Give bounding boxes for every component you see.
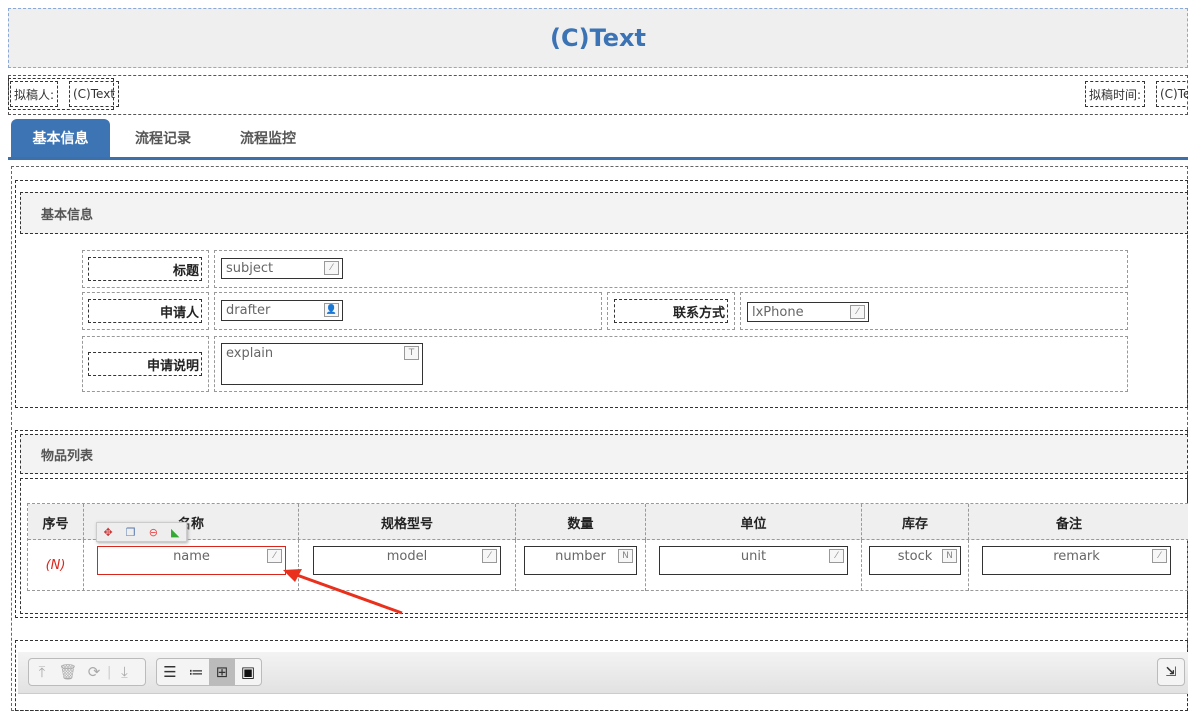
explain-value: explain: [226, 346, 274, 361]
trash-icon[interactable]: 🗑: [55, 659, 81, 685]
draft-time-label: 拟稿时间:: [1085, 81, 1146, 107]
items-table: 序号 名称 规格型号 数量 单位 库存 备注 (N) name ⁄ model ⁄ …: [27, 503, 1188, 591]
edit-icon: ⁄: [267, 549, 282, 563]
replace-icon[interactable]: ⟳: [81, 659, 107, 685]
tab-basic-info[interactable]: 基本信息: [11, 119, 110, 157]
number-icon: N: [618, 549, 633, 563]
upload-icon[interactable]: ⤒: [29, 659, 55, 685]
subject-input[interactable]: subject ⁄: [221, 258, 343, 279]
move-icon[interactable]: ✥: [104, 526, 113, 539]
edit-icon: ⁄: [850, 305, 865, 319]
remark-value: remark: [1053, 549, 1100, 564]
edit-icon: ⁄: [1152, 549, 1167, 563]
subject-value: subject: [226, 261, 274, 276]
edit-icon: ⁄: [324, 261, 339, 275]
col-index: 序号: [28, 504, 84, 540]
contact-input[interactable]: lxPhone ⁄: [747, 302, 869, 322]
cell-action-toolbar: ✥ ❐ ⊖ ◣: [96, 522, 187, 542]
unit-cell-input[interactable]: unit ⁄: [659, 546, 848, 575]
draft-time-value: (C)Tex: [1156, 81, 1188, 107]
remark-cell-input[interactable]: remark ⁄: [982, 546, 1171, 575]
contact-value: lxPhone: [752, 305, 804, 320]
list-view-icon[interactable]: ☰: [157, 659, 183, 685]
col-remark: 备注: [1055, 516, 1082, 532]
unit-value: unit: [740, 549, 767, 564]
contact-label: 联系方式: [614, 299, 728, 323]
items-section-title: 物品列表: [20, 434, 1188, 474]
number-cell-input[interactable]: number N: [524, 546, 637, 575]
name-cell-input[interactable]: name ⁄: [97, 546, 286, 575]
tab-flow-records[interactable]: 流程记录: [118, 119, 208, 157]
col-unit: 单位: [646, 504, 862, 540]
grid-view-icon[interactable]: ⊞: [209, 659, 235, 685]
file-actions-group: ⤒ 🗑 ⟳ | ⤓: [28, 658, 146, 686]
applicant-input[interactable]: drafter 👤: [221, 300, 343, 321]
edit-icon: ⁄: [482, 549, 497, 563]
applicant-value: drafter: [226, 303, 271, 318]
drafter-value: (C)Text: [69, 81, 120, 107]
explain-label: 申请说明: [88, 352, 202, 376]
text-icon: T: [404, 346, 419, 360]
applicant-label: 申请人: [88, 299, 202, 323]
basic-info-section-title: 基本信息: [20, 192, 1188, 234]
numbered-list-icon[interactable]: ≔: [183, 659, 209, 685]
col-model: 规格型号: [299, 504, 516, 540]
stock-cell-input[interactable]: stock N: [869, 546, 961, 575]
explain-textarea[interactable]: explain T: [221, 343, 423, 385]
delete-icon[interactable]: ⊖: [149, 526, 158, 539]
expand-icon[interactable]: ⇲: [1157, 658, 1185, 686]
tab-bar: 基本信息 流程记录 流程监控: [8, 116, 1188, 160]
image-view-icon[interactable]: ▣: [235, 659, 261, 685]
view-mode-group: ☰ ≔ ⊞ ▣: [156, 658, 262, 686]
drafter-label: 拟稿人:: [10, 81, 59, 107]
download-icon[interactable]: ⤓: [111, 659, 137, 685]
col-stock: 库存: [862, 504, 969, 540]
select-parent-icon[interactable]: ◣: [171, 526, 179, 539]
col-number: 数量: [516, 504, 646, 540]
edit-icon: ⁄: [829, 549, 844, 563]
annotation-arrow: [283, 569, 403, 615]
number-icon: N: [942, 549, 957, 563]
subject-label: 标题: [88, 257, 202, 281]
page-title: (C)Text: [8, 8, 1188, 68]
model-value: model: [386, 549, 428, 564]
tab-flow-monitor[interactable]: 流程监控: [222, 119, 314, 157]
name-value: name: [173, 549, 210, 564]
user-icon: 👤: [324, 303, 339, 317]
stock-value: stock: [897, 549, 933, 564]
number-value: number: [555, 549, 606, 564]
row-index: (N): [28, 540, 84, 591]
copy-icon[interactable]: ❐: [126, 526, 136, 539]
